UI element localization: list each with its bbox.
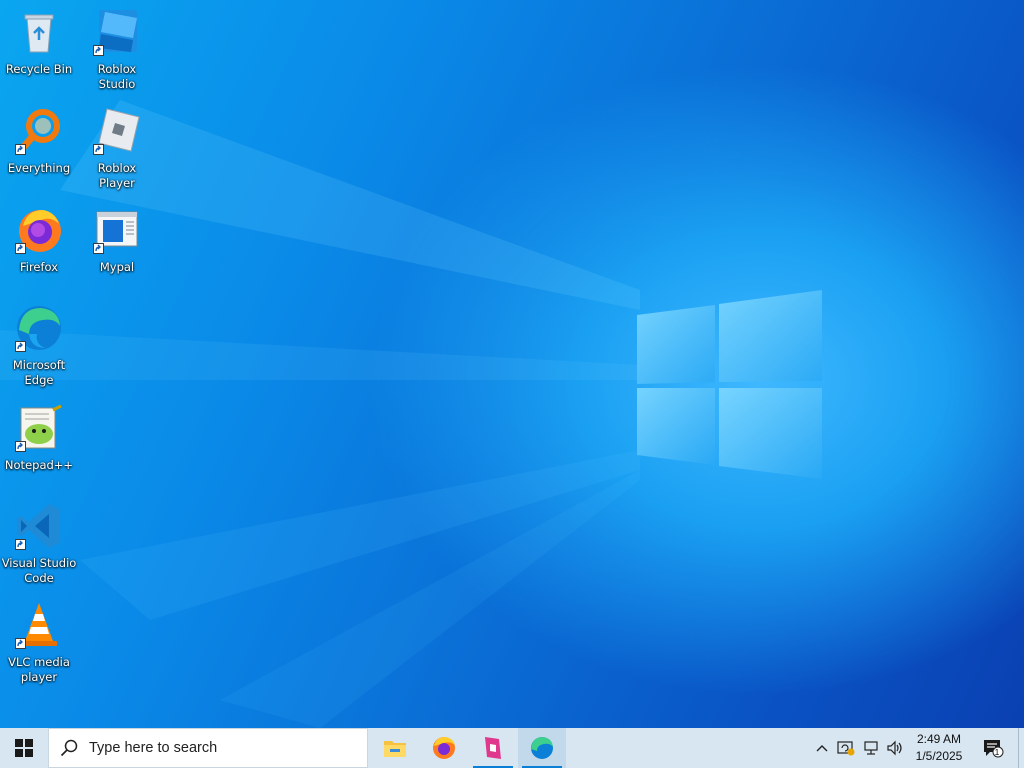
- search-icon: [49, 739, 89, 757]
- search-input[interactable]: [89, 740, 349, 756]
- vscode-icon: [15, 502, 63, 550]
- desktop-icon-visual-studio-code[interactable]: Visual Studio Code: [1, 502, 77, 586]
- roblox-player-icon: [93, 107, 141, 155]
- desktop-icon-label: Mypal: [99, 260, 135, 274]
- desktop-icon-label: Roblox Player: [97, 161, 137, 190]
- edge-icon: [531, 737, 553, 759]
- taskbar-search-box[interactable]: [48, 728, 368, 768]
- clock-time: 2:49 AM: [916, 732, 962, 746]
- desktop-icon-microsoft-edge[interactable]: Microsoft Edge: [1, 304, 77, 388]
- desktop-icon-label: Visual Studio Code: [1, 556, 77, 585]
- chevron-up-icon: [816, 745, 828, 752]
- tray-network[interactable]: [860, 728, 884, 768]
- vlc-icon: [15, 601, 63, 649]
- taskbar: 2:49 AM 1/5/2025 1: [0, 728, 1024, 768]
- shortcut-arrow-icon: [15, 243, 26, 254]
- shortcut-arrow-icon: [15, 144, 26, 155]
- desktop-icon-label: Everything: [7, 161, 71, 175]
- show-hidden-icons-button[interactable]: [812, 728, 832, 768]
- taskbar-clock[interactable]: 2:49 AM 1/5/2025: [906, 731, 972, 765]
- shortcut-arrow-icon: [15, 638, 26, 649]
- network-icon: [864, 741, 878, 755]
- shortcut-arrow-icon: [93, 243, 104, 254]
- edge-icon: [15, 304, 63, 352]
- desktop-icon-recycle-bin[interactable]: Recycle Bin: [1, 8, 77, 77]
- desktop-icon-firefox[interactable]: Firefox: [1, 206, 77, 275]
- action-center-button[interactable]: 1: [978, 728, 1008, 768]
- desktop-icon-everything[interactable]: Everything: [1, 107, 77, 176]
- desktop-icon-roblox-studio[interactable]: Roblox Studio: [79, 8, 155, 92]
- desktop-icon-mypal[interactable]: Mypal: [79, 206, 155, 275]
- speaker-icon: [887, 740, 902, 756]
- file-explorer-icon: [384, 741, 406, 757]
- mypal-icon: [93, 206, 141, 254]
- taskbar-app-roblox-studio[interactable]: [469, 728, 517, 768]
- shortcut-arrow-icon: [15, 341, 26, 352]
- everything-search-icon: [15, 107, 63, 155]
- start-button[interactable]: [0, 728, 48, 768]
- firefox-icon: [433, 737, 455, 759]
- recycle-bin-icon: [15, 8, 63, 56]
- notification-count-badge: 1: [994, 747, 1000, 757]
- desktop-icon-roblox-player[interactable]: Roblox Player: [79, 107, 155, 191]
- shortcut-arrow-icon: [93, 45, 104, 56]
- desktop-icon-label: Firefox: [19, 260, 59, 274]
- desktop-icon-vlc[interactable]: VLC media player: [1, 601, 77, 685]
- desktop-icon-label: Notepad++: [4, 458, 74, 472]
- shortcut-arrow-icon: [15, 441, 26, 452]
- tray-volume[interactable]: [884, 728, 906, 768]
- clock-date: 1/5/2025: [915, 749, 963, 763]
- security-update-icon: [837, 741, 855, 756]
- shortcut-arrow-icon: [93, 144, 104, 155]
- notepad-plus-plus-icon: [15, 404, 63, 452]
- desktop-icon-label: Roblox Studio: [97, 62, 137, 91]
- desktop-icon-label: Microsoft Edge: [12, 358, 66, 387]
- windows-logo: [637, 290, 822, 479]
- roblox-studio-icon: [93, 8, 141, 56]
- desktop-icon-label: VLC media player: [8, 655, 70, 684]
- windows-start-icon: [15, 739, 33, 757]
- firefox-icon: [15, 206, 63, 254]
- desktop-icon-notepad-plus-plus[interactable]: Notepad++: [1, 404, 77, 473]
- show-desktop-button[interactable]: [1018, 728, 1024, 768]
- tray-update-status[interactable]: [835, 728, 857, 768]
- taskbar-app-firefox[interactable]: [420, 728, 468, 768]
- desktop-icon-label: Recycle Bin: [5, 62, 73, 76]
- shortcut-arrow-icon: [15, 539, 26, 550]
- taskbar-app-microsoft-edge[interactable]: [518, 728, 566, 768]
- roblox-studio-icon: [485, 737, 501, 759]
- taskbar-app-file-explorer[interactable]: [371, 728, 419, 768]
